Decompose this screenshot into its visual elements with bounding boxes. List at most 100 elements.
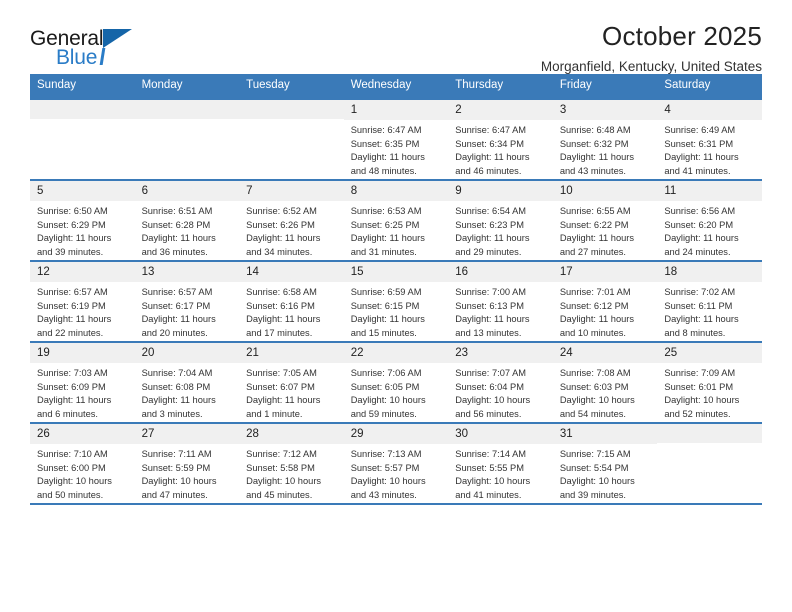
- day-sun-info: Sunrise: 6:57 AM Sunset: 6:19 PM Daylight:…: [30, 282, 135, 341]
- calendar-day-cell[interactable]: 23 Sunrise: 7:07 AM Sunset: 6:04 PM Dayligh…: [448, 340, 553, 423]
- sunset-time: Sunset: 6:16 PM: [246, 300, 315, 311]
- daylight-duration-line2: and 56 minutes.: [455, 409, 522, 420]
- sunset-time: Sunset: 5:55 PM: [455, 462, 524, 473]
- sunrise-time: Sunrise: 6:48 AM: [559, 125, 631, 136]
- calendar-day-cell[interactable]: 16 Sunrise: 7:00 AM Sunset: 6:13 PM Dayligh…: [448, 259, 553, 342]
- day-cell-content: 27 Sunrise: 7:11 AM Sunset: 5:59 PM Dayligh…: [134, 423, 240, 503]
- day-cell-content: [239, 99, 344, 179]
- calendar-day-cell[interactable]: 26 Sunrise: 7:10 AM Sunset: 6:00 PM Dayligh…: [30, 421, 135, 505]
- general-blue-logo[interactable]: General Blue: [30, 28, 145, 74]
- day-cell-content: 11 Sunrise: 6:56 AM Sunset: 6:20 PM Dayligh…: [657, 180, 762, 260]
- sunset-time: Sunset: 6:01 PM: [664, 381, 734, 392]
- calendar-day-cell[interactable]: 9 Sunrise: 6:54 AM Sunset: 6:23 PM Daylight…: [448, 178, 553, 261]
- calendar-day-cell-empty: [30, 97, 135, 180]
- day-sun-info: Sunrise: 6:48 AM Sunset: 6:32 PM Daylight:…: [553, 120, 658, 179]
- day-number: 8: [343, 180, 449, 202]
- daylight-duration-line2: and 17 minutes.: [246, 328, 313, 339]
- day-cell-content: 21 Sunrise: 7:05 AM Sunset: 6:07 PM Dayligh…: [239, 342, 344, 422]
- sunset-time: Sunset: 6:13 PM: [455, 300, 524, 311]
- sunrise-time: Sunrise: 7:05 AM: [246, 368, 317, 379]
- calendar-day-cell[interactable]: 5 Sunrise: 6:50 AM Sunset: 6:29 PM Daylight…: [30, 178, 135, 261]
- day-number: [134, 99, 240, 119]
- calendar-week-row: 26 Sunrise: 7:10 AM Sunset: 6:00 PM Dayligh…: [30, 421, 762, 505]
- calendar-day-cell[interactable]: 22 Sunrise: 7:06 AM Sunset: 6:05 PM Dayligh…: [343, 340, 449, 423]
- daylight-duration-line2: and 8 minutes.: [664, 328, 726, 339]
- calendar-day-cell[interactable]: 8 Sunrise: 6:53 AM Sunset: 6:25 PM Daylight…: [343, 178, 449, 261]
- day-sun-info: Sunrise: 7:08 AM Sunset: 6:03 PM Daylight:…: [553, 363, 658, 422]
- sunrise-time: Sunrise: 6:57 AM: [141, 287, 213, 298]
- day-number: 16: [448, 261, 553, 283]
- page-header: General Blue October 2025 Morganfield, K…: [30, 0, 762, 74]
- daylight-duration-line1: Daylight: 11 hours: [246, 395, 321, 406]
- sunrise-time: Sunrise: 6:53 AM: [350, 206, 422, 217]
- daylight-duration-line1: Daylight: 10 hours: [559, 476, 635, 487]
- calendar-day-cell[interactable]: 19 Sunrise: 7:03 AM Sunset: 6:09 PM Dayligh…: [30, 340, 135, 423]
- day-sun-info: Sunrise: 6:49 AM Sunset: 6:31 PM Daylight:…: [657, 120, 762, 179]
- calendar-day-cell[interactable]: 1 Sunrise: 6:47 AM Sunset: 6:35 PM Daylight…: [343, 97, 449, 180]
- calendar-day-cell[interactable]: 17 Sunrise: 7:01 AM Sunset: 6:12 PM Dayligh…: [552, 259, 658, 342]
- calendar-day-cell[interactable]: 2 Sunrise: 6:47 AM Sunset: 6:34 PM Daylight…: [448, 97, 553, 180]
- day-sun-info: Sunrise: 7:10 AM Sunset: 6:00 PM Daylight:…: [30, 444, 135, 503]
- calendar-day-cell[interactable]: 24 Sunrise: 7:08 AM Sunset: 6:03 PM Dayligh…: [552, 340, 658, 423]
- day-cell-content: 10 Sunrise: 6:55 AM Sunset: 6:22 PM Dayligh…: [552, 180, 658, 260]
- calendar-day-cell-empty: [239, 97, 344, 180]
- calendar-day-cell[interactable]: 6 Sunrise: 6:51 AM Sunset: 6:28 PM Daylight…: [134, 178, 240, 261]
- daylight-duration-line1: Daylight: 10 hours: [141, 476, 217, 487]
- calendar-day-cell[interactable]: 21 Sunrise: 7:05 AM Sunset: 6:07 PM Dayligh…: [239, 340, 344, 423]
- daylight-duration-line1: Daylight: 10 hours: [350, 476, 426, 487]
- calendar-day-cell[interactable]: 4 Sunrise: 6:49 AM Sunset: 6:31 PM Daylight…: [657, 97, 762, 180]
- day-number: 29: [343, 423, 449, 445]
- calendar-day-cell[interactable]: 20 Sunrise: 7:04 AM Sunset: 6:08 PM Dayligh…: [134, 340, 240, 423]
- calendar-day-cell[interactable]: 14 Sunrise: 6:58 AM Sunset: 6:16 PM Dayligh…: [239, 259, 344, 342]
- weekday-header-friday: Friday: [552, 74, 658, 99]
- calendar-day-cell[interactable]: 10 Sunrise: 6:55 AM Sunset: 6:22 PM Dayligh…: [552, 178, 658, 261]
- sunset-time: Sunset: 6:17 PM: [141, 300, 211, 311]
- calendar-day-cell[interactable]: 15 Sunrise: 6:59 AM Sunset: 6:15 PM Dayligh…: [343, 259, 449, 342]
- sunrise-time: Sunrise: 6:52 AM: [246, 206, 317, 217]
- day-sun-info: Sunrise: 6:57 AM Sunset: 6:17 PM Daylight:…: [135, 282, 240, 341]
- sunrise-time: Sunrise: 6:58 AM: [246, 287, 317, 298]
- day-cell-content: 1 Sunrise: 6:47 AM Sunset: 6:35 PM Daylight…: [343, 99, 449, 179]
- daylight-duration-line1: Daylight: 11 hours: [141, 395, 216, 406]
- calendar-day-cell[interactable]: 30 Sunrise: 7:14 AM Sunset: 5:55 PM Dayligh…: [448, 421, 553, 505]
- day-cell-content: 19 Sunrise: 7:03 AM Sunset: 6:09 PM Dayligh…: [30, 342, 135, 422]
- day-number: 27: [134, 423, 240, 445]
- day-sun-info: Sunrise: 7:07 AM Sunset: 6:04 PM Daylight:…: [448, 363, 553, 422]
- day-cell-content: 5 Sunrise: 6:50 AM Sunset: 6:29 PM Daylight…: [30, 180, 135, 260]
- sunset-time: Sunset: 6:32 PM: [559, 138, 629, 149]
- day-cell-content: 9 Sunrise: 6:54 AM Sunset: 6:23 PM Daylight…: [448, 180, 553, 260]
- daylight-duration-line1: Daylight: 10 hours: [37, 476, 112, 487]
- calendar-day-cell[interactable]: 3 Sunrise: 6:48 AM Sunset: 6:32 PM Daylight…: [552, 97, 658, 180]
- calendar-day-cell[interactable]: 18 Sunrise: 7:02 AM Sunset: 6:11 PM Dayligh…: [657, 259, 762, 342]
- calendar-day-cell[interactable]: 31 Sunrise: 7:15 AM Sunset: 5:54 PM Dayligh…: [552, 421, 658, 505]
- calendar-day-cell[interactable]: 13 Sunrise: 6:57 AM Sunset: 6:17 PM Dayligh…: [134, 259, 240, 342]
- day-cell-content: 30 Sunrise: 7:14 AM Sunset: 5:55 PM Dayligh…: [448, 423, 553, 503]
- day-number: 21: [239, 342, 344, 364]
- sunrise-time: Sunrise: 7:09 AM: [664, 368, 736, 379]
- day-number: 1: [343, 99, 449, 121]
- daylight-duration-line2: and 1 minute.: [246, 409, 303, 420]
- daylight-duration-line2: and 45 minutes.: [246, 490, 313, 501]
- calendar-day-cell[interactable]: 25 Sunrise: 7:09 AM Sunset: 6:01 PM Dayligh…: [657, 340, 762, 423]
- daylight-duration-line1: Daylight: 11 hours: [664, 233, 739, 244]
- calendar-day-cell[interactable]: 7 Sunrise: 6:52 AM Sunset: 6:26 PM Daylight…: [239, 178, 344, 261]
- daylight-duration-line2: and 52 minutes.: [664, 409, 731, 420]
- day-number: 26: [30, 423, 135, 445]
- day-sun-info: Sunrise: 6:52 AM Sunset: 6:26 PM Daylight:…: [239, 201, 344, 260]
- sunset-time: Sunset: 6:29 PM: [37, 219, 106, 230]
- daylight-duration-line2: and 39 minutes.: [559, 490, 626, 501]
- sunset-time: Sunset: 6:28 PM: [141, 219, 211, 230]
- sunrise-time: Sunrise: 7:14 AM: [455, 449, 527, 460]
- calendar-day-cell[interactable]: 29 Sunrise: 7:13 AM Sunset: 5:57 PM Dayligh…: [343, 421, 449, 505]
- calendar-day-cell[interactable]: 11 Sunrise: 6:56 AM Sunset: 6:20 PM Dayligh…: [657, 178, 762, 261]
- daylight-duration-line2: and 10 minutes.: [559, 328, 626, 339]
- sunset-time: Sunset: 6:35 PM: [350, 138, 420, 149]
- calendar-day-cell[interactable]: 27 Sunrise: 7:11 AM Sunset: 5:59 PM Dayligh…: [134, 421, 240, 505]
- sunrise-time: Sunrise: 6:51 AM: [141, 206, 213, 217]
- sunrise-time: Sunrise: 7:13 AM: [350, 449, 422, 460]
- calendar-page: General Blue October 2025 Morganfield, K…: [0, 0, 792, 612]
- day-sun-info: Sunrise: 7:00 AM Sunset: 6:13 PM Daylight:…: [448, 282, 553, 341]
- calendar-day-cell[interactable]: 28 Sunrise: 7:12 AM Sunset: 5:58 PM Dayligh…: [239, 421, 344, 505]
- calendar-day-cell[interactable]: 12 Sunrise: 6:57 AM Sunset: 6:19 PM Dayligh…: [30, 259, 135, 342]
- sunrise-time: Sunrise: 6:56 AM: [664, 206, 736, 217]
